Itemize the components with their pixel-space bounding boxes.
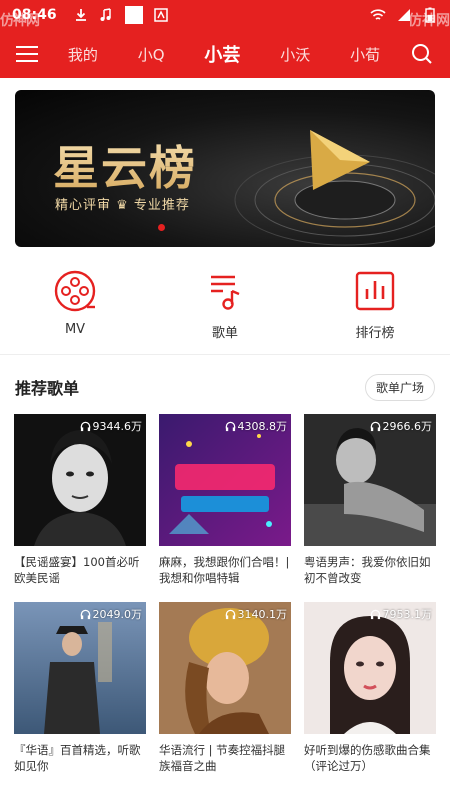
section-header: 推荐歌单 歌单广场 [15,372,435,402]
top-nav: 我的 小Q 小芸 小沃 小荀 [0,30,450,78]
quick-entries: MV 歌单 排行榜 [0,268,450,343]
banner-title: 星云榜 [53,132,197,198]
play-count-value: 2049.0万 [92,608,143,621]
banner[interactable]: 星云榜 精心评审 ♛ 专业推荐 [15,90,435,247]
play-count: 7953.1万 [370,606,433,622]
quick-entry-playlist[interactable]: 歌单 [150,268,300,343]
playlist-title: 华语流行 | 节奏控福抖腿族福音之曲 [159,743,286,773]
play-count-value: 2966.6万 [382,420,433,433]
headphones-icon [370,421,380,431]
download-icon [73,7,89,23]
nav-tabs: 我的 小Q 小芸 小沃 小荀 [48,41,400,67]
section-title: 推荐歌单 [15,379,80,398]
headphones-icon [80,609,90,619]
play-count: 4308.8万 [225,418,288,434]
playlist-card[interactable]: 2966.6万 粤语男声：我爱你依旧如初不曾改变 [304,414,436,586]
notification-square-icon [124,6,143,24]
wifi-icon [370,7,386,23]
status-bar: 仿神网 08:46 仿神网 [0,0,450,30]
play-count-value: 3140.1万 [237,608,288,621]
play-count: 2049.0万 [80,606,143,622]
playlist-title: 【民谣盛宴】100首必听欧美民谣 [14,555,140,585]
playlist-title: 粤语男声：我爱你依旧如初不曾改变 [304,555,431,585]
search-icon [412,44,432,64]
playlist-title: 『华语』百首精选，听歌如见你 [14,743,141,773]
playlist-cover: 2966.6万 [304,414,436,546]
playlist-cover: 7953.1万 [304,602,436,734]
playlist-title: 麻麻，我想跟你们合唱！| 我想和你唱特辑 [159,555,290,585]
playlist-card[interactable]: 7953.1万 好听到爆的伤感歌曲合集（评论过万） [304,602,436,774]
section-divider [0,354,450,355]
watermark-right: 仿神网 [408,13,450,29]
tab-xiao-xun[interactable]: 小荀 [350,44,380,65]
play-count-value: 9344.6万 [92,420,143,433]
play-disc-art [234,130,435,246]
film-reel-icon [52,268,98,314]
headphones-icon [80,421,90,431]
quick-entry-mv[interactable]: MV [0,268,150,343]
quick-entry-label: 歌单 [211,326,238,341]
headphones-icon [225,421,235,431]
menu-button[interactable] [6,30,48,78]
play-count-value: 7953.1万 [382,608,433,621]
banner-subtitle: 精心评审 ♛ 专业推荐 [55,198,190,213]
tab-xiao-q[interactable]: 小Q [138,44,165,65]
tab-xiao-wo[interactable]: 小沃 [280,44,310,65]
playlist-cover: 2049.0万 [14,602,146,734]
play-count: 3140.1万 [225,606,288,622]
playlist-card[interactable]: 2049.0万 『华语』百首精选，听歌如见你 [14,602,146,774]
playlist-card[interactable]: 9344.6万 【民谣盛宴】100首必听欧美民谣 [14,414,146,586]
tab-mine[interactable]: 我的 [68,44,98,65]
playlist-card[interactable]: 4308.8万 麻麻，我想跟你们合唱！| 我想和你唱特辑 [159,414,291,586]
playlist-title: 好听到爆的伤感歌曲合集（评论过万） [304,743,431,773]
playlist-cover: 3140.1万 [159,602,291,734]
playlist-card[interactable]: 3140.1万 华语流行 | 节奏控福抖腿族福音之曲 [159,602,291,774]
headphones-icon [370,609,380,619]
headphones-icon [225,609,235,619]
tab-xiao-yun[interactable]: 小芸 [204,41,240,67]
watermark-left: 仿神网 [0,13,40,29]
play-count: 9344.6万 [80,418,143,434]
app-notification-icon [153,7,169,23]
play-count-value: 4308.8万 [237,420,288,433]
menu-icon [16,46,38,48]
banner-page-indicator [158,224,165,231]
playlist-cover: 9344.6万 [14,414,146,546]
music-note-icon [99,7,115,23]
quick-entry-label: 排行榜 [355,326,395,341]
play-count: 2966.6万 [370,418,433,434]
quick-entry-ranking[interactable]: 排行榜 [300,268,450,343]
search-button[interactable] [400,30,444,78]
playlist-grid: 9344.6万 【民谣盛宴】100首必听欧美民谣 4308.8万 麻麻，我想跟你… [14,414,436,774]
playlist-cover: 4308.8万 [159,414,291,546]
playlist-plaza-button[interactable]: 歌单广场 [364,373,435,401]
quick-entry-label: MV [64,322,86,337]
playlist-icon [202,268,248,314]
bar-chart-icon [352,268,398,314]
